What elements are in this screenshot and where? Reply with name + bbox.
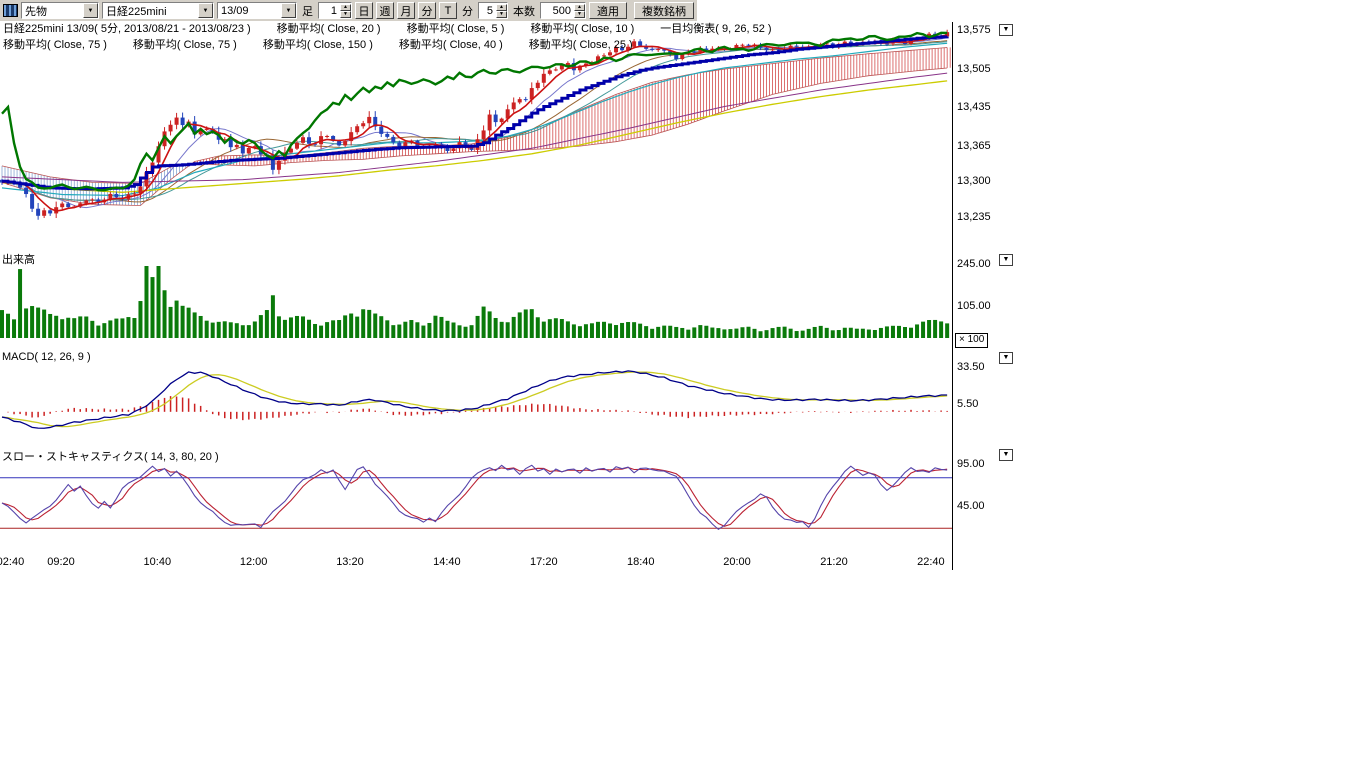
volume-axis-label: 245.00 [957,258,991,270]
time-axis-label: 17:20 [527,556,561,568]
legend-item-ma150: 移動平均( Close, 150 ) [263,36,373,52]
price-axis-label: 13,235 [957,211,991,223]
macd-axis-label: 33.50 [957,361,985,373]
apply-button[interactable]: 適用 [589,2,627,19]
macd-pane-label: MACD( 12, 26, 9 ) [2,351,91,363]
trading-chart-app: { "toolbar": { "market_select": "先物", "s… [0,0,1366,768]
macd-pane-collapse-button[interactable]: ▼ [999,352,1013,364]
stoch-axis-label: 95.00 [957,458,985,470]
time-axis-label: 09:20 [44,556,78,568]
time-axis-label: 18:40 [624,556,658,568]
chart-type-icon[interactable] [3,4,18,17]
minute-value: 5 [479,5,496,17]
volume-pane-collapse-button[interactable]: ▼ [999,254,1013,266]
price-axis-label: 13,505 [957,63,991,75]
bars-spinner[interactable]: ▲▼ [574,4,585,18]
toolbar: 先物 ▼ 日経225mini ▼ 13/09 ▼ 足 1 ▲▼ 日 週 月 分 … [0,0,697,21]
time-axis-label: 12:00 [237,556,271,568]
dropdown-arrow-icon[interactable]: ▼ [83,3,98,18]
time-axis-label: 13:20 [333,556,367,568]
minute-label: 分 [460,3,475,19]
bar-count-input[interactable]: 500 ▲▼ [540,2,586,19]
symbol-select[interactable]: 日経225mini ▼ [102,2,214,19]
legend-item-ma5: 移動平均( Close, 5 ) [407,20,505,36]
time-axis-label: 22:40 [914,556,948,568]
stoch-axis-label: 45.00 [957,500,985,512]
stoch-pane-label: スロー・ストキャスティクス( 14, 3, 80, 20 ) [2,448,219,464]
market-select-value: 先物 [22,3,83,19]
time-axis-label: 10:40 [140,556,174,568]
minute-input[interactable]: 5 ▲▼ [478,2,508,19]
stoch-pane-collapse-button[interactable]: ▼ [999,449,1013,461]
volume-pane-label: 出来高 [2,251,35,267]
time-axis-label: 02:40 [0,556,27,568]
price-axis-label: 13,300 [957,175,991,187]
spin-up-icon[interactable]: ▲ [496,4,507,11]
spin-down-icon[interactable]: ▼ [574,11,585,18]
price-axis-label: 13,575 [957,24,991,36]
interval-spinner[interactable]: ▲▼ [340,4,351,18]
price-pane[interactable] [0,22,952,250]
price-pane-collapse-button[interactable]: ▼ [999,24,1013,36]
contract-month-select[interactable]: 13/09 ▼ [217,2,297,19]
legend-item-ma20: 移動平均( Close, 20 ) [277,20,381,36]
period-day-button[interactable]: 日 [355,2,373,19]
timeframe-label: 足 [300,3,315,19]
period-minute-button[interactable]: 分 [418,2,436,19]
legend-item-ichimoku: 一目均衡表( 9, 26, 52 ) [660,20,771,36]
price-axis-label: 13,365 [957,140,991,152]
legend-row-2: 移動平均( Close, 75 ) 移動平均( Close, 75 ) 移動平均… [3,36,659,52]
legend-item-ma10: 移動平均( Close, 10 ) [530,20,634,36]
dropdown-arrow-icon[interactable]: ▼ [198,3,213,18]
multi-symbol-button[interactable]: 複数銘柄 [634,2,694,19]
spin-down-icon[interactable]: ▼ [496,11,507,18]
legend-item-ma25: 移動平均( Close, 25 ) [529,36,633,52]
period-tick-button[interactable]: T [439,2,457,19]
legend-item-ma75b: 移動平均( Close, 75 ) [133,36,237,52]
legend-item-symbol: 日経225mini 13/09( 5分, 2013/08/21 - 2013/0… [3,20,251,36]
symbol-select-value: 日経225mini [103,3,198,19]
bar-count-value: 500 [541,5,574,17]
price-axis-label: 13,435 [957,101,991,113]
time-axis-label: 21:20 [817,556,851,568]
legend-item-ma40: 移動平均( Close, 40 ) [399,36,503,52]
volume-pane[interactable] [0,252,952,342]
interval-value: 1 [319,5,340,17]
macd-axis-label: 5.50 [957,398,978,410]
volume-multiplier-badge: × 100 [955,333,988,348]
bar-count-label: 本数 [511,3,537,19]
dropdown-arrow-icon[interactable]: ▼ [281,3,296,18]
spin-up-icon[interactable]: ▲ [340,4,351,11]
market-select[interactable]: 先物 ▼ [21,2,99,19]
spin-up-icon[interactable]: ▲ [574,4,585,11]
volume-axis-label: 105.00 [957,300,991,312]
spin-down-icon[interactable]: ▼ [340,11,351,18]
contract-select-value: 13/09 [218,5,281,17]
interval-input[interactable]: 1 ▲▼ [318,2,352,19]
period-month-button[interactable]: 月 [397,2,415,19]
time-axis-label: 14:40 [430,556,464,568]
legend-item-ma75a: 移動平均( Close, 75 ) [3,36,107,52]
minute-spinner[interactable]: ▲▼ [496,4,507,18]
time-axis-label: 20:00 [720,556,754,568]
legend-row-1: 日経225mini 13/09( 5分, 2013/08/21 - 2013/0… [3,20,798,36]
period-week-button[interactable]: 週 [376,2,394,19]
macd-pane[interactable] [0,350,952,442]
